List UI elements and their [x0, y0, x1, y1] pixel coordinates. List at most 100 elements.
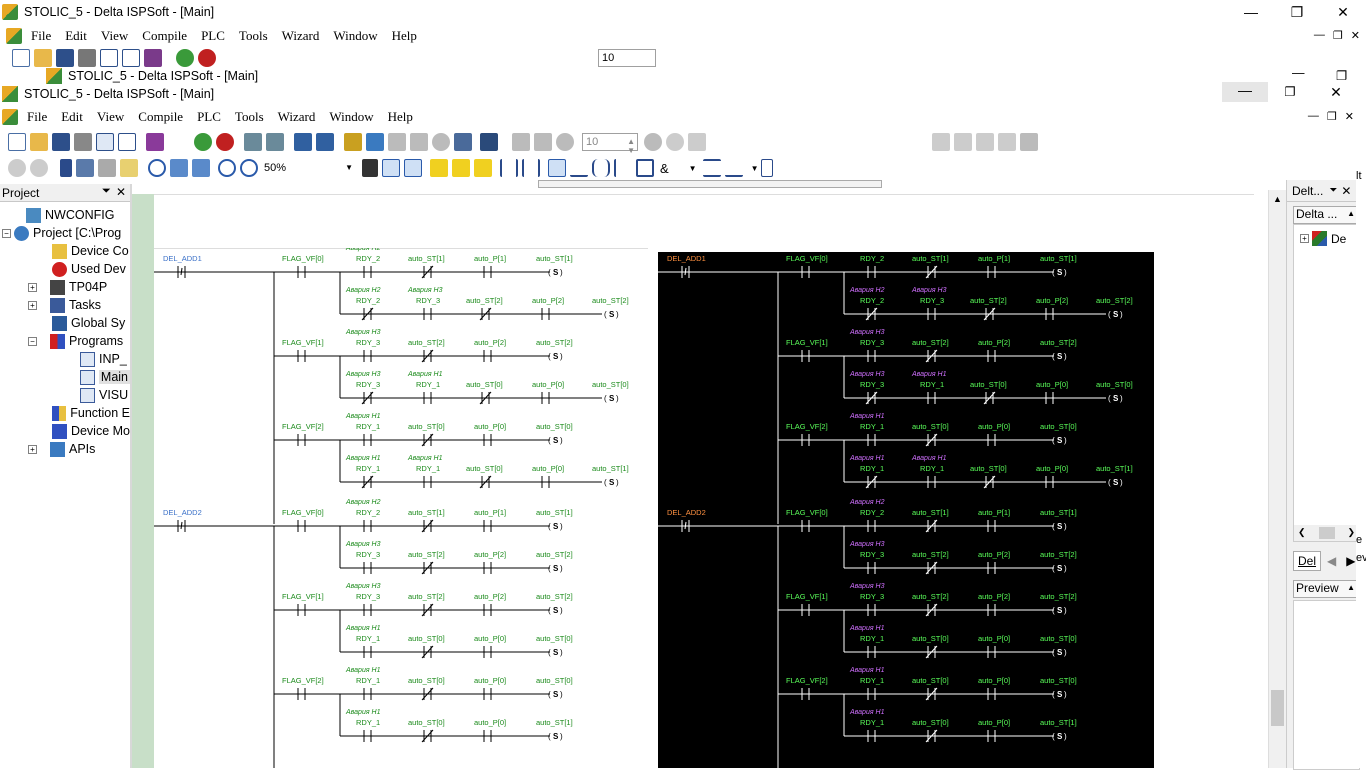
- tree-item-main[interactable]: Main: [0, 368, 130, 386]
- copy-icon[interactable]: [76, 159, 94, 177]
- replace-icon[interactable]: [170, 159, 188, 177]
- outer-menu-compile[interactable]: Compile: [135, 28, 194, 44]
- collapse-icon[interactable]: −: [2, 228, 11, 238]
- pointer-icon[interactable]: [548, 159, 566, 177]
- stop-icon[interactable]: [198, 49, 216, 67]
- brace-icon[interactable]: [592, 159, 610, 177]
- branch-icon[interactable]: [614, 159, 632, 177]
- and-icon[interactable]: &: [660, 161, 669, 176]
- tab-right-icon[interactable]: ▶: [1346, 554, 1355, 568]
- expand-icon[interactable]: +: [28, 282, 37, 292]
- compile-icon[interactable]: [294, 133, 312, 151]
- tree-item-project[interactable]: − Project [C:\Prog: [0, 224, 130, 242]
- layout-left-icon[interactable]: [932, 133, 950, 151]
- symbol-view-icon[interactable]: [404, 159, 422, 177]
- outer-menu-help[interactable]: Help: [385, 28, 424, 44]
- inner-shadow-restore-icon[interactable]: ❐: [1336, 68, 1347, 83]
- online-mode-icon[interactable]: [366, 133, 384, 151]
- outer-mdi-close-icon[interactable]: ✕: [1351, 29, 1360, 42]
- print-icon[interactable]: [74, 133, 92, 151]
- spin-arrows-icon[interactable]: ▲ ▼: [627, 137, 635, 155]
- upload-icon[interactable]: [266, 133, 284, 151]
- mdi-restore-icon[interactable]: ❐: [1327, 110, 1337, 123]
- insert-up-icon[interactable]: [724, 159, 743, 177]
- outer-menu-plc[interactable]: PLC: [194, 28, 232, 44]
- cut-icon[interactable]: [60, 159, 72, 177]
- tree-item-inp[interactable]: INP_: [0, 350, 130, 368]
- device-tree-item[interactable]: + De: [1294, 225, 1359, 246]
- insert-dropdown-icon[interactable]: ▼: [751, 164, 759, 173]
- outer-menu-file[interactable]: File: [24, 28, 58, 44]
- tree-item-device-monitor[interactable]: Device Mo: [0, 422, 130, 440]
- lamp-icon[interactable]: [432, 133, 450, 151]
- inner-minimize-button[interactable]: —: [1222, 82, 1268, 102]
- open-folder-icon[interactable]: [34, 49, 52, 67]
- device-section-header[interactable]: Delta ... ▲: [1293, 206, 1360, 224]
- outer-menu-tools[interactable]: Tools: [232, 28, 275, 44]
- right-tab-del[interactable]: Del: [1293, 551, 1322, 571]
- tree-item-programs[interactable]: − Programs: [0, 332, 130, 350]
- yellow-block2-icon[interactable]: [452, 159, 470, 177]
- window-icon[interactable]: [122, 49, 140, 67]
- inner-app-menu-icon[interactable]: [2, 109, 18, 125]
- zoom-in-icon[interactable]: [218, 159, 236, 177]
- compile-all-icon[interactable]: [316, 133, 334, 151]
- mdi-minimize-icon[interactable]: —: [1308, 110, 1319, 123]
- zoom-out-icon[interactable]: [240, 159, 258, 177]
- tab-left-icon[interactable]: ◀: [1327, 554, 1336, 568]
- editor-vertical-scrollbar[interactable]: ▲: [1268, 190, 1286, 768]
- inner-restore-button[interactable]: ❐: [1276, 84, 1304, 99]
- new-file-icon[interactable]: [8, 133, 26, 151]
- inner-shadow-minimize-icon[interactable]: —: [1292, 66, 1305, 80]
- app-menu-icon[interactable]: [6, 28, 22, 44]
- expand-icon[interactable]: +: [28, 300, 37, 310]
- book-icon[interactable]: [146, 133, 164, 151]
- menu-view[interactable]: View: [90, 109, 131, 125]
- and-dropdown-icon[interactable]: ▼: [689, 164, 697, 173]
- outer-mdi-restore-icon[interactable]: ❐: [1333, 29, 1343, 42]
- menu-help[interactable]: Help: [381, 109, 420, 125]
- network-icon[interactable]: [454, 133, 472, 151]
- right-hscroll[interactable]: ❮ ❯: [1294, 525, 1359, 541]
- inner-close-button[interactable]: ✕: [1322, 84, 1350, 101]
- tree-item-device-config[interactable]: Device Co: [0, 242, 130, 260]
- layout-table-icon[interactable]: [1020, 133, 1038, 151]
- device-monitor-icon[interactable]: [410, 133, 428, 151]
- open-folder-icon[interactable]: [30, 133, 48, 151]
- menu-compile[interactable]: Compile: [131, 109, 190, 125]
- cycle-icon[interactable]: [534, 133, 552, 151]
- find-icon[interactable]: [148, 159, 166, 177]
- tree-item-visu[interactable]: VISU: [0, 386, 130, 404]
- layout-mid-icon[interactable]: [954, 133, 972, 151]
- tree-item-tasks[interactable]: + Tasks: [0, 296, 130, 314]
- outer-menu-wizard[interactable]: Wizard: [275, 28, 327, 44]
- tree-item-apis[interactable]: + APIs: [0, 440, 130, 458]
- layout-icon[interactable]: [100, 49, 118, 67]
- frame-icon[interactable]: [760, 159, 773, 177]
- yellow-block3-icon[interactable]: [474, 159, 492, 177]
- lan-icon[interactable]: [480, 133, 498, 151]
- right-pin-icon[interactable]: ⏷: [1329, 185, 1337, 196]
- tree-item-nwconfig[interactable]: NWCONFIG: [0, 206, 130, 224]
- project-panel-close-icon[interactable]: ✕: [116, 185, 126, 199]
- address-icon[interactable]: [362, 159, 378, 177]
- run-icon[interactable]: [176, 49, 194, 67]
- contact-icon[interactable]: [500, 159, 518, 177]
- print-icon[interactable]: [78, 49, 96, 67]
- tree-item-function-blocks[interactable]: Function E: [0, 404, 130, 422]
- menu-tools[interactable]: Tools: [228, 109, 271, 125]
- scan-count-input[interactable]: 10 ▲ ▼: [582, 133, 638, 155]
- comment-view-icon[interactable]: [382, 159, 400, 177]
- outer-menu-window[interactable]: Window: [326, 28, 384, 44]
- menu-plc[interactable]: PLC: [190, 109, 228, 125]
- align-icon[interactable]: [702, 159, 721, 177]
- chevron-down-icon[interactable]: ▼: [345, 163, 353, 172]
- preview-header[interactable]: Preview ▲: [1293, 580, 1360, 598]
- outer-close-button[interactable]: ✕: [1320, 0, 1366, 24]
- reset-icon[interactable]: [688, 133, 706, 151]
- monitor-icon[interactable]: [388, 133, 406, 151]
- function-icon[interactable]: [636, 159, 654, 177]
- outer-minimize-button[interactable]: —: [1228, 0, 1274, 24]
- eraser-icon[interactable]: [120, 159, 138, 177]
- right-close-icon[interactable]: ✕: [1341, 184, 1351, 198]
